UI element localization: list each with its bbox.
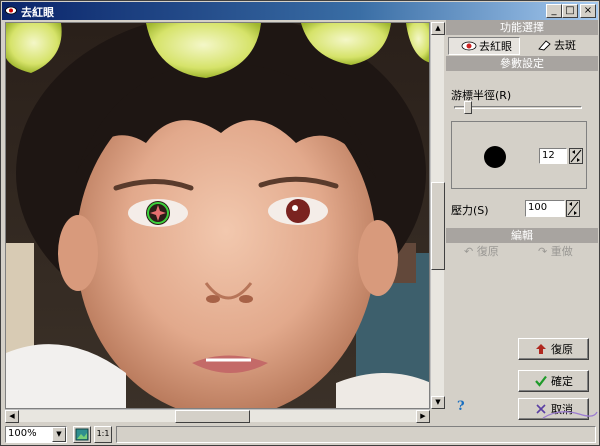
cursor-size-spinner[interactable]	[569, 148, 583, 164]
horizontal-scroll-thumb[interactable]	[175, 410, 250, 423]
cursor-radius-slider[interactable]	[454, 106, 582, 109]
check-icon	[535, 375, 547, 387]
tool-spot-removal[interactable]: 去斑	[524, 37, 596, 55]
help-icon[interactable]: ?	[457, 399, 469, 415]
spin-arrows-icon	[570, 149, 582, 163]
title-bar[interactable]: 去紅眼 _ □ ×	[2, 2, 598, 20]
restore-button[interactable]: 復原	[518, 338, 589, 360]
vertical-scrollbar[interactable]: ▲ ▼	[430, 22, 445, 409]
restore-button-label: 復原	[551, 343, 573, 356]
pressure-input[interactable]: 100	[525, 200, 565, 217]
maximize-button[interactable]: □	[562, 4, 578, 18]
spin-arrows-icon	[567, 201, 579, 216]
tool-red-eye-label: 去紅眼	[479, 40, 512, 53]
picture-icon	[75, 428, 89, 441]
chevron-down-icon[interactable]: ▼	[52, 427, 66, 442]
vertical-scroll-thumb[interactable]	[431, 182, 445, 270]
tool-red-eye[interactable]: 去紅眼	[448, 37, 520, 55]
ok-button-label: 確定	[551, 375, 573, 388]
close-button[interactable]: ×	[580, 4, 596, 18]
minimize-button[interactable]: _	[546, 4, 562, 18]
sunny-watermark-logo	[542, 411, 598, 419]
cursor-preview: 12	[451, 121, 587, 189]
eraser-icon	[538, 40, 551, 51]
cursor-radius-slider-thumb[interactable]	[464, 101, 472, 114]
redo-icon: ↷	[538, 245, 551, 258]
zoom-select[interactable]: 100% ▼	[5, 426, 67, 443]
status-field	[116, 426, 596, 443]
undo-button[interactable]: ↶ 復原	[464, 245, 514, 259]
eye-icon	[461, 41, 477, 51]
status-bar: 100% ▼ 1:1	[3, 425, 597, 445]
window-title: 去紅眼	[21, 6, 54, 19]
eye-icon	[5, 6, 17, 15]
pressure-spinner[interactable]	[566, 200, 580, 217]
redo-button[interactable]: ↷ 重做	[538, 245, 588, 259]
zoom-value: 100%	[8, 428, 37, 439]
scroll-right-button[interactable]: ▶	[416, 410, 430, 423]
tool-panel: 功能選擇 去紅眼 去斑 參數設定 游標半徑(R) 12 壓力(S) 100 編輯…	[446, 20, 599, 425]
scroll-left-button[interactable]: ◀	[5, 410, 19, 423]
undo-icon: ↶	[464, 245, 477, 258]
fit-to-window-button[interactable]	[73, 426, 91, 443]
red-eye-dialog: 去紅眼 _ □ × ▲ ▼ ◀ ▶ 100% ▼ 1:1 功能選擇 去紅眼 去斑…	[0, 0, 600, 446]
tool-spot-label: 去斑	[554, 39, 576, 52]
scroll-down-button[interactable]: ▼	[431, 396, 445, 409]
cursor-size-preview-dot	[484, 146, 506, 168]
pressure-label: 壓力(S)	[451, 204, 489, 217]
up-arrow-icon	[536, 344, 546, 354]
edit-section-header: 編輯	[446, 228, 598, 243]
cursor-size-input[interactable]: 12	[539, 148, 567, 164]
cursor-radius-label: 游標半徑(R)	[451, 89, 512, 102]
actual-size-button[interactable]: 1:1	[94, 426, 112, 443]
redo-label: 重做	[550, 245, 573, 258]
function-section-header: 功能選擇	[446, 20, 598, 35]
params-section-header: 參數設定	[446, 56, 598, 71]
undo-label: 復原	[476, 245, 499, 258]
horizontal-scrollbar[interactable]: ◀ ▶	[5, 409, 430, 423]
ok-button[interactable]: 確定	[518, 370, 589, 392]
scroll-up-button[interactable]: ▲	[431, 22, 445, 35]
portrait-photo[interactable]	[6, 23, 430, 409]
scrollbar-corner	[430, 409, 444, 422]
photo-canvas[interactable]	[5, 22, 430, 409]
